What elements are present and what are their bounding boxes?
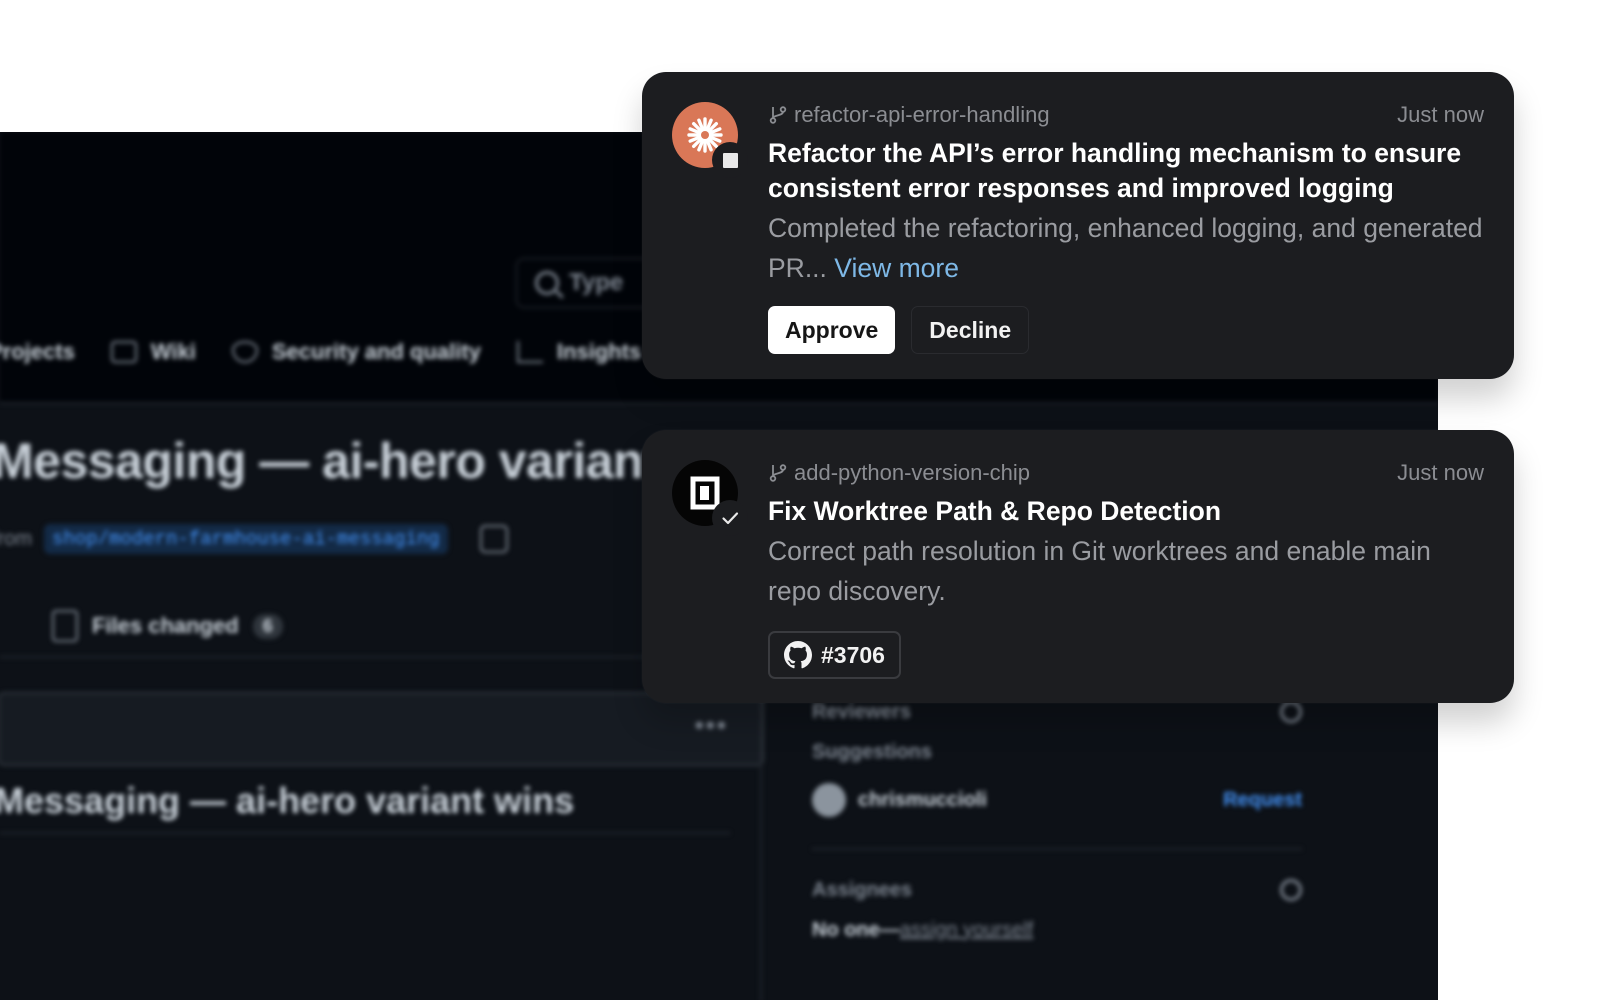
- notification-card-approval[interactable]: refactor-api-error-handling Just now Ref…: [642, 72, 1514, 379]
- completed-status-badge: [712, 500, 748, 536]
- commit-title: Messaging — ai-hero variant wins: [0, 780, 575, 821]
- book-icon: [110, 341, 137, 363]
- suggestions-heading: Suggestions: [812, 740, 933, 763]
- divider: [0, 402, 1438, 404]
- git-branch-icon: [769, 464, 787, 482]
- gear-icon[interactable]: [1280, 879, 1302, 901]
- request-review-button[interactable]: Request: [1223, 789, 1302, 812]
- reviewer-name: chrismuccioli: [858, 788, 987, 811]
- nav-item-security[interactable]: Security and quality: [231, 339, 481, 365]
- comment-header: •••: [0, 692, 764, 766]
- assignees-heading: Assignees: [812, 878, 913, 901]
- shield-icon: [231, 341, 258, 363]
- pr-sidebar: Reviewers Suggestions chrismuccioli Requ…: [812, 692, 1302, 950]
- assign-yourself-link[interactable]: assign yourself: [900, 919, 1033, 941]
- column-divider: [760, 662, 762, 1000]
- check-icon: [722, 512, 739, 525]
- pr-branch-line: from shop/modern-farmhouse-ai-messaging: [0, 524, 508, 554]
- branch-label: add-python-version-chip: [768, 460, 1030, 486]
- search-icon: [535, 271, 559, 295]
- from-label: from: [0, 527, 32, 550]
- app-logo-icon: [690, 476, 720, 510]
- pr-number: #3706: [821, 641, 885, 668]
- notification-description: Completed the refactoring, enhanced logg…: [768, 208, 1484, 288]
- tab-label: Files changed: [92, 613, 239, 638]
- more-options-icon[interactable]: •••: [695, 710, 728, 741]
- tab-counter: 6: [252, 613, 283, 639]
- github-icon: [784, 641, 812, 669]
- notification-title: Refactor the API’s error handling mechan…: [768, 138, 1462, 203]
- copy-icon[interactable]: [479, 525, 508, 553]
- search-placeholder: Type: [569, 269, 624, 296]
- tab-files-changed[interactable]: Files changed 6: [52, 610, 283, 642]
- branch-name-link[interactable]: shop/modern-farmhouse-ai-messaging: [44, 524, 448, 554]
- no-assignee-text: No one—assign yourself: [812, 918, 1034, 941]
- file-diff-icon: [52, 610, 78, 642]
- pull-request-chip[interactable]: #3706: [768, 631, 901, 679]
- avatar: [812, 783, 846, 817]
- divider: [0, 832, 730, 834]
- gear-icon[interactable]: [1280, 701, 1302, 723]
- nav-item-wiki[interactable]: Wiki: [110, 339, 196, 365]
- branch-name: add-python-version-chip: [794, 460, 1031, 485]
- background-repo-nav: Projects Wiki Security and quality Insig…: [0, 332, 641, 372]
- decline-button[interactable]: Decline: [911, 306, 1030, 354]
- git-branch-icon: [769, 106, 787, 124]
- timestamp: Just now: [1397, 460, 1484, 485]
- view-more-link[interactable]: View more: [834, 253, 959, 283]
- graph-icon: [516, 341, 543, 363]
- notification-description: Correct path resolution in Git worktrees…: [768, 536, 1431, 606]
- stop-status-badge: [712, 142, 748, 178]
- branch-label: refactor-api-error-handling: [768, 102, 1050, 128]
- reviewers-heading: Reviewers: [812, 700, 911, 723]
- divider: [0, 656, 672, 658]
- stop-icon: [722, 152, 738, 168]
- divider: [812, 848, 1302, 850]
- nav-item-projects[interactable]: Projects: [0, 339, 75, 365]
- suggested-reviewer: chrismuccioli: [812, 783, 987, 817]
- branch-name: refactor-api-error-handling: [794, 102, 1050, 127]
- nav-item-insights[interactable]: Insights: [516, 339, 641, 365]
- notification-card-completed[interactable]: add-python-version-chip Just now Fix Wor…: [642, 430, 1514, 703]
- notification-title: Fix Worktree Path & Repo Detection: [768, 496, 1222, 526]
- timestamp: Just now: [1397, 102, 1484, 127]
- approve-button[interactable]: Approve: [768, 306, 896, 354]
